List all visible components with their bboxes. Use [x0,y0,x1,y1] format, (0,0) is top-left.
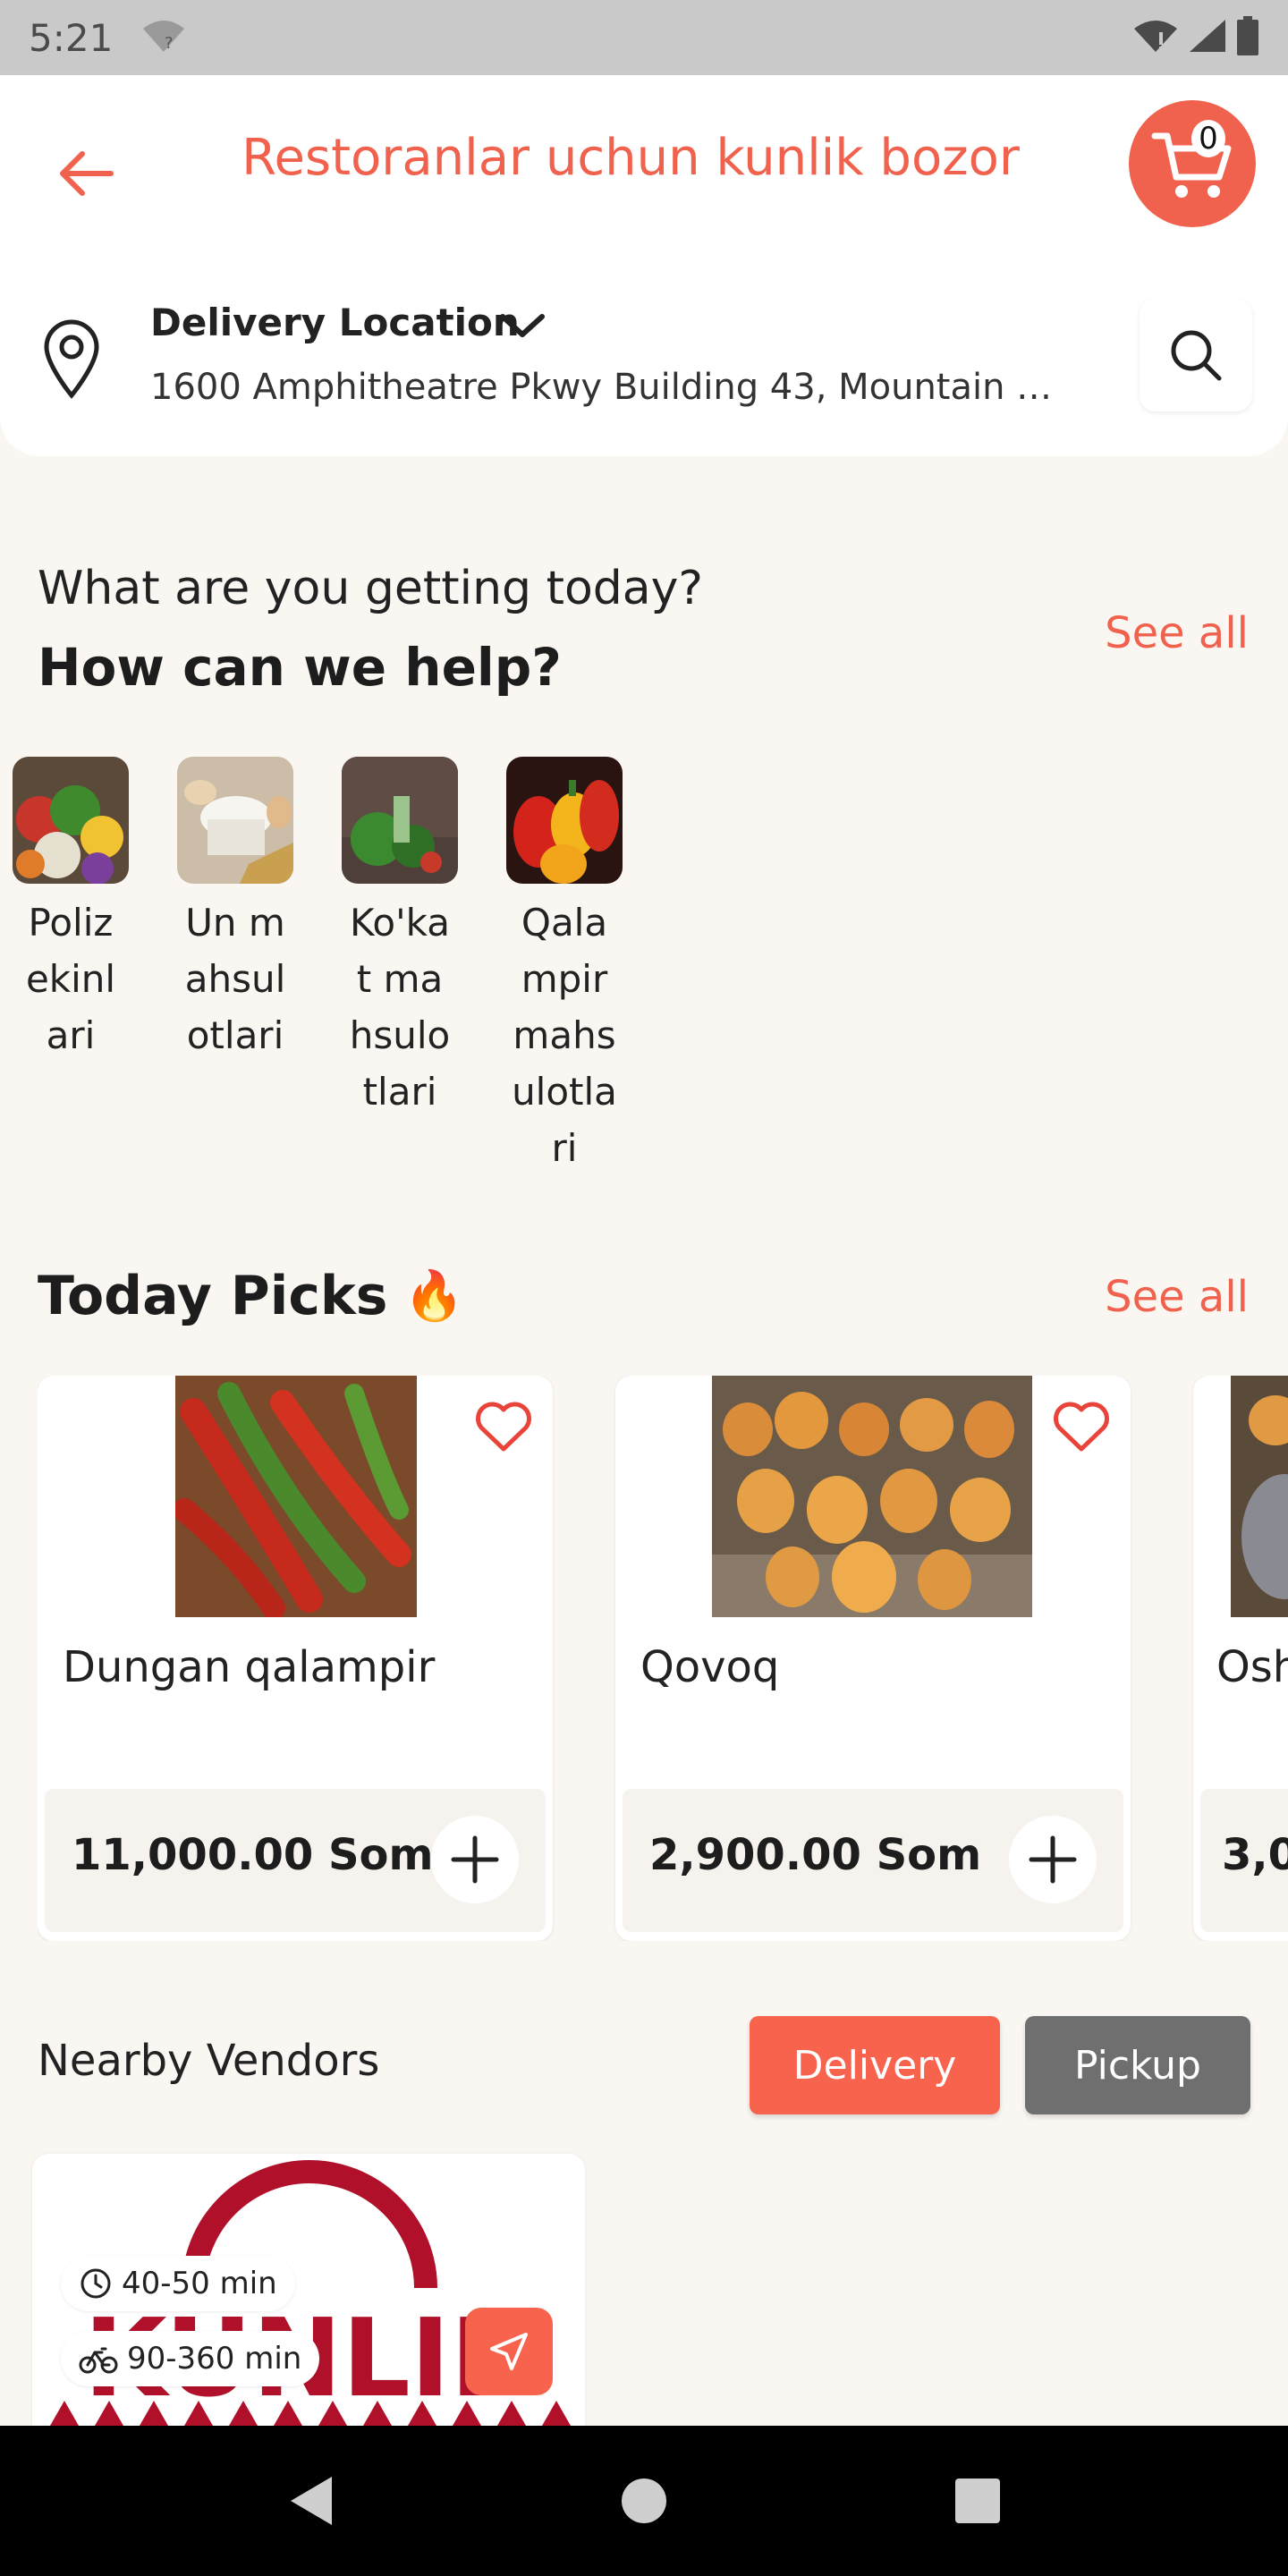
product-image [1231,1376,1288,1617]
recents-nav-button[interactable] [937,2461,1018,2541]
product-price: 2,900.00 Som [649,1830,982,1880]
cell-signal-icon [1188,18,1227,57]
heart-icon [1054,1402,1109,1452]
triangle-back-icon [290,2477,332,2525]
delivery-toggle-button[interactable]: Delivery [750,2016,1000,2114]
product-price: 3,0 [1222,1830,1288,1880]
wifi-question-icon: ? [141,18,186,57]
product-carousel[interactable]: Dungan qalampir 11,000.00 Som Qovoq 2,90… [38,1376,1288,1941]
delivery-location-label: Delivery Location [150,301,520,344]
categories-see-all-link[interactable]: See all [1105,608,1249,658]
category-list: Poliz ekinlari Un mahsulotlari Ko'kat ma… [13,757,623,1176]
prep-time: 40-50 min [122,2266,277,2301]
chevron-down-icon[interactable] [497,309,547,345]
location-pin-icon [39,317,104,402]
category-image [506,757,623,884]
product-name: Qovoq [640,1642,780,1692]
product-card[interactable]: Osh 3,0 [1193,1376,1288,1941]
delivery-address[interactable]: 1600 Amphitheatre Pkwy Building 43, Moun… [150,367,1054,408]
battery-icon [1236,16,1259,59]
category-item[interactable]: Un mahsulotlari [177,757,293,1176]
wifi-icon [1132,18,1179,57]
today-picks-title: Today Picks 🔥 [38,1265,464,1327]
cart-count-badge: 0 [1191,120,1225,157]
category-label: Un mahsulotlari [184,901,286,1057]
help-title: How can we help? [38,637,562,698]
nearby-vendors-title: Nearby Vendors [38,2036,380,2086]
add-to-cart-button[interactable] [431,1816,519,1903]
back-button[interactable] [50,138,122,209]
circle-home-icon [621,2479,666,2523]
system-nav-bar [0,2426,1288,2576]
product-name: Dungan qalampir [63,1642,436,1692]
plus-icon [451,1835,499,1884]
category-image [177,757,293,884]
page-title: Restoranlar uchun kunlik bozor [242,129,1020,187]
search-icon [1171,330,1222,381]
navigation-arrow-icon [490,2333,528,2370]
home-nav-button[interactable] [604,2461,684,2541]
product-price-bar: 2,900.00 Som [623,1789,1123,1932]
square-recents-icon [955,2479,1001,2523]
prep-time-chip: 40-50 min [61,2256,295,2311]
clock-icon [80,2268,111,2299]
product-price-bar: 3,0 [1200,1789,1288,1932]
category-image [13,757,129,884]
product-price-bar: 11,000.00 Som [45,1789,546,1932]
status-time: 5:21 [29,15,114,60]
category-image [342,757,458,884]
heart-icon [476,1402,531,1452]
today-picks-label: Today Picks [38,1265,388,1327]
vendor-card[interactable]: KUNLIK 40-50 min 90-360 min [32,2154,585,2426]
product-card[interactable]: Qovoq 2,900.00 Som [615,1376,1131,1941]
add-to-cart-button[interactable] [1009,1816,1097,1903]
plus-icon [1029,1835,1077,1884]
bicycle-icon [79,2347,118,2374]
category-item[interactable]: Qalampir mahsulotlari [506,757,623,1176]
fire-icon: 🔥 [403,1267,464,1324]
category-item[interactable]: Poliz ekinlari [13,757,129,1176]
search-button[interactable] [1140,299,1252,411]
category-label: Poliz ekinlari [25,901,116,1057]
back-nav-button[interactable] [270,2461,351,2541]
status-bar: 5:21 ? [0,0,1288,75]
category-item[interactable]: Ko'kat mahsulotlari [342,757,458,1176]
delivery-time: 90-360 min [127,2341,302,2377]
wifi-hint: ? [165,34,174,53]
product-card[interactable]: Dungan qalampir 11,000.00 Som [38,1376,553,1941]
header: Restoranlar uchun kunlik bozor 0 Deliver… [0,75,1288,456]
arrow-left-icon [60,151,114,196]
delivery-time-chip: 90-360 min [61,2331,320,2386]
help-subtitle: What are you getting today? [38,562,704,615]
favorite-button[interactable] [1050,1395,1113,1458]
pickup-toggle-button[interactable]: Pickup [1025,2016,1250,2114]
product-image [175,1376,417,1617]
picks-see-all-link[interactable]: See all [1105,1272,1249,1322]
navigate-button[interactable] [465,2308,553,2395]
product-price: 11,000.00 Som [72,1830,434,1880]
cart-button[interactable]: 0 [1129,100,1256,227]
product-image [712,1376,1032,1617]
favorite-button[interactable] [472,1395,535,1458]
category-label: Ko'kat mahsulotlari [349,901,451,1114]
category-label: Qalampir mahsulotlari [512,901,617,1170]
product-name: Osh [1216,1642,1288,1692]
